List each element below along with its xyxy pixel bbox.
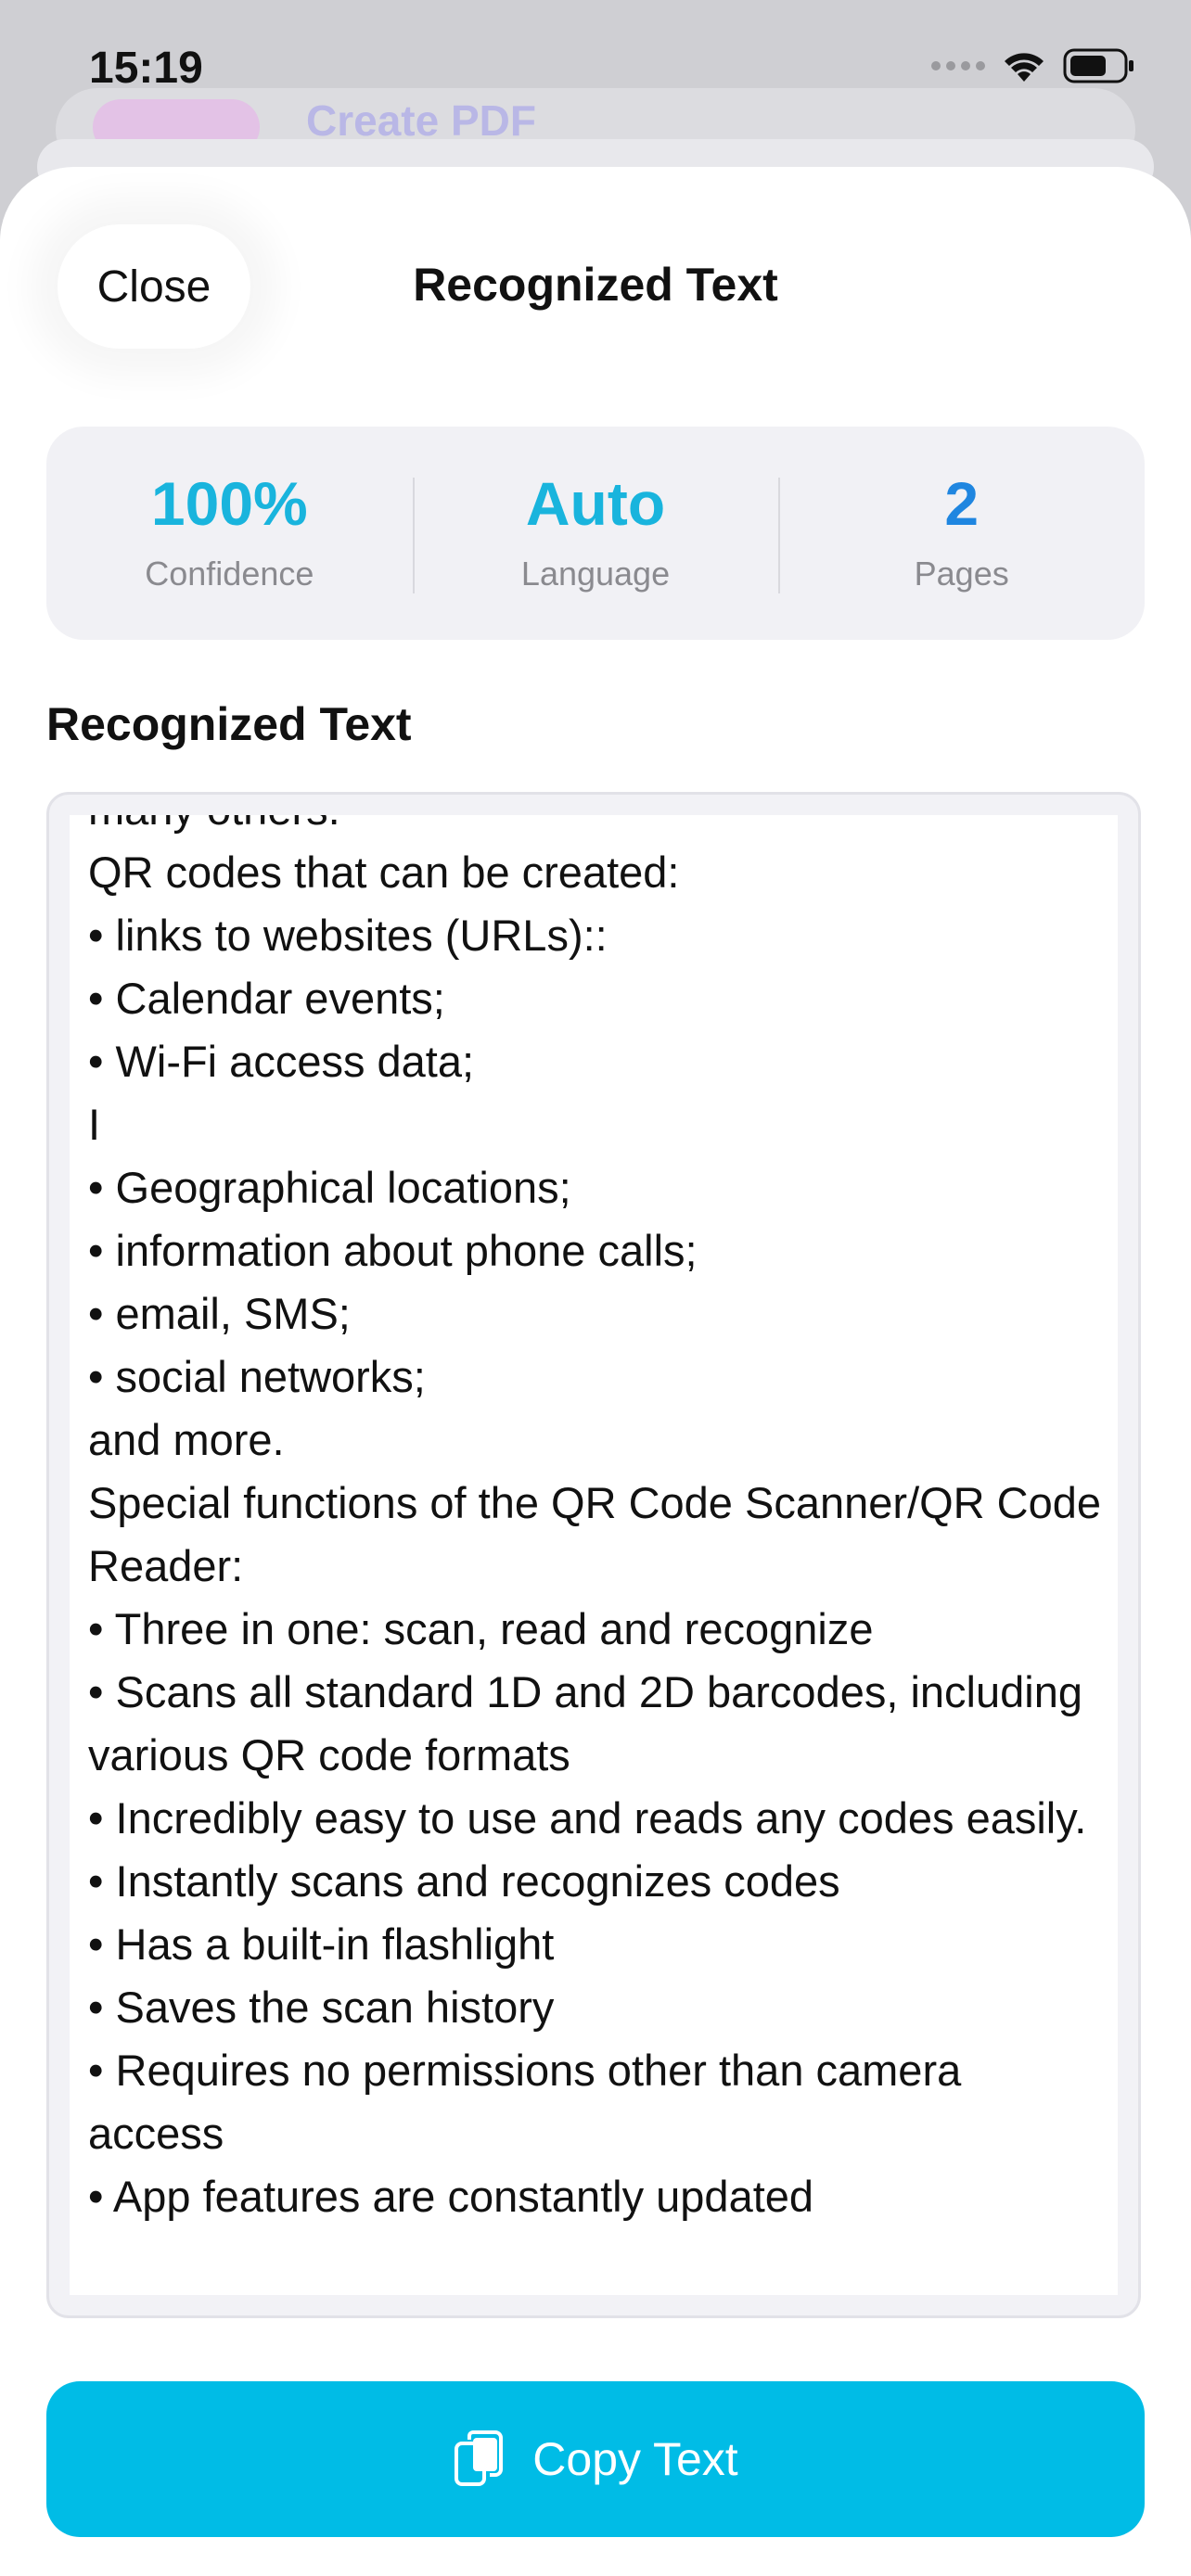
- copy-icon: [453, 2429, 505, 2490]
- stat-confidence: 100% Confidence: [46, 427, 413, 640]
- pages-label: Pages: [914, 555, 1009, 593]
- recognized-text-sheet: Close Recognized Text 100% Confidence Au…: [0, 167, 1191, 2576]
- battery-icon: [1063, 48, 1135, 83]
- pages-value: 2: [944, 469, 980, 538]
- status-icons: [931, 48, 1135, 83]
- stat-pages: 2 Pages: [778, 427, 1145, 640]
- language-value: Auto: [525, 469, 666, 538]
- recognized-text-viewport[interactable]: many others. QR codes that can be create…: [70, 815, 1118, 2295]
- cellular-signal-icon: [931, 61, 985, 70]
- recognized-text-area[interactable]: many others. QR codes that can be create…: [46, 792, 1141, 2318]
- stat-language: Auto Language: [412, 427, 779, 640]
- background-card-title: Create PDF: [306, 96, 536, 145]
- confidence-label: Confidence: [145, 555, 314, 593]
- sheet-title: Recognized Text: [413, 259, 778, 311]
- wifi-icon: [1002, 48, 1046, 83]
- status-time: 15:19: [89, 44, 203, 93]
- copy-text-button[interactable]: Copy Text: [46, 2381, 1145, 2537]
- confidence-value: 100%: [150, 469, 308, 538]
- recognized-text-content[interactable]: many others. QR codes that can be create…: [88, 815, 1108, 2228]
- ocr-stats-panel: 100% Confidence Auto Language 2 Pages: [46, 427, 1145, 640]
- language-label: Language: [520, 555, 671, 593]
- section-heading: Recognized Text: [46, 698, 412, 750]
- copy-text-label: Copy Text: [532, 2433, 738, 2485]
